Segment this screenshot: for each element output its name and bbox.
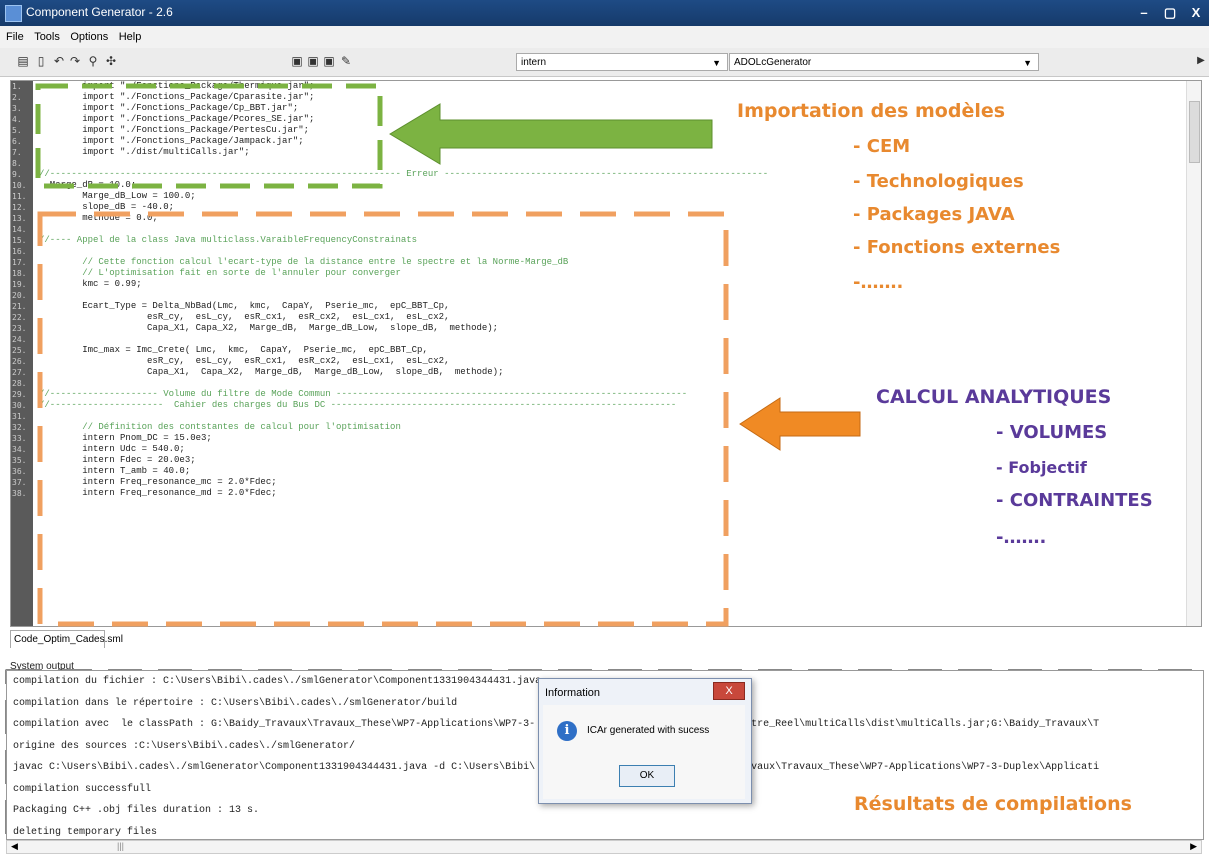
dialog-body: i ICAr generated with sucess OK — [543, 705, 745, 799]
output-horizontal-scrollbar[interactable]: ◀ ||| ▶ — [6, 840, 1202, 854]
calc-title: CALCUL ANALYTIQUES — [876, 386, 1112, 408]
import-item: -……. — [853, 272, 904, 293]
information-dialog: Information X i ICAr generated with suce… — [538, 678, 752, 804]
import-item: - Fonctions externes — [853, 237, 1061, 258]
calc-item: -……. — [996, 527, 1047, 548]
calc-item: - Fobjectif — [996, 458, 1087, 477]
import-title: Importation des modèles — [737, 100, 1006, 122]
scroll-right-icon[interactable]: ▶ — [1190, 841, 1197, 852]
orange-arrow-icon — [739, 397, 861, 451]
calc-highlight-box — [37, 211, 729, 627]
import-highlight-box — [35, 83, 383, 189]
calc-item: - VOLUMES — [996, 422, 1108, 443]
dialog-message: ICAr generated with sucess — [587, 725, 710, 736]
import-item: - CEM — [853, 136, 911, 157]
results-annotation: Résultats de compilations — [854, 793, 1132, 815]
dialog-close-button[interactable]: X — [713, 682, 745, 700]
dialog-title: Information — [545, 687, 601, 699]
green-arrow-icon — [389, 103, 713, 165]
scroll-left-icon[interactable]: ◀ — [11, 841, 18, 852]
import-item: - Technologiques — [853, 171, 1024, 192]
scroll-grip-icon[interactable]: ||| — [117, 841, 124, 851]
ok-button[interactable]: OK — [619, 765, 675, 787]
output-line: deleting temporary files — [13, 826, 158, 838]
tab-code-optim[interactable]: Code_Optim_Cades.sml — [10, 630, 123, 648]
calc-item: - CONTRAINTES — [996, 490, 1153, 511]
import-item: - Packages JAVA — [853, 204, 1015, 225]
info-icon: i — [557, 721, 577, 741]
